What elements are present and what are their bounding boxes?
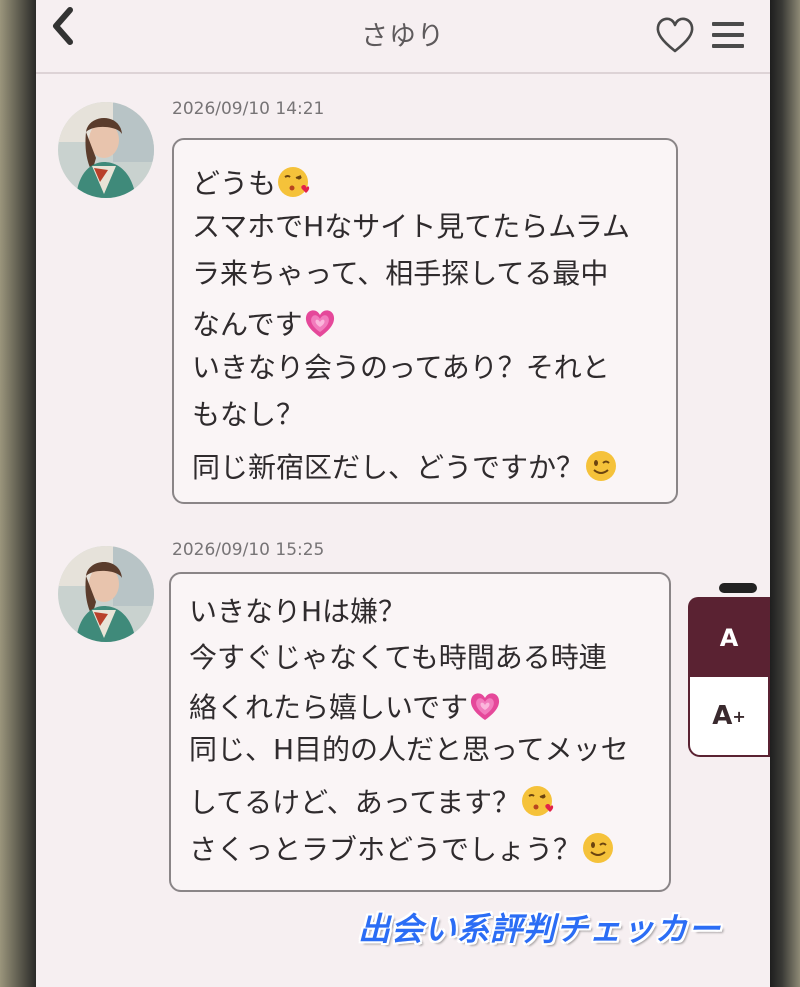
chat-screen: さゆり 2026/09/10 14:21 どうも スマホでHなサイト見てたらムラ… (36, 0, 770, 987)
message-line: いきなりHは嫌？ (189, 595, 407, 628)
message-timestamp: 2026/09/10 14:21 (172, 99, 325, 119)
winking-face-emoji-icon (583, 833, 614, 863)
font-size-normal-button[interactable]: A (688, 597, 770, 679)
chat-header: さゆり (36, 0, 770, 74)
message-line: スマホでHなサイト見てたらムラム (192, 210, 630, 243)
message-line: 絡くれたら嬉しいです (189, 689, 502, 723)
avatar[interactable] (58, 546, 154, 642)
avatar[interactable] (58, 102, 154, 198)
hamburger-menu-icon[interactable] (710, 20, 746, 50)
message-line: 同じ新宿区だし、どうですか？ (192, 449, 618, 483)
growing-heart-emoji-icon (305, 310, 334, 337)
heart-outline-icon[interactable] (655, 16, 695, 54)
growing-heart-emoji-icon (471, 693, 500, 720)
message-line: 今すぐじゃなくても時間ある時連 (189, 641, 607, 674)
message-line: いきなり会うのってあり？それと (192, 351, 610, 384)
message-line: してるけど、あってます？ (189, 784, 554, 818)
message-timestamp: 2026/09/10 15:25 (172, 540, 325, 560)
message-line: さくっとラブホどうでしょう？ (189, 831, 615, 865)
panel-drag-handle[interactable] (719, 583, 757, 593)
kissing-face-emoji-icon (278, 167, 310, 197)
font-size-control: A A + (688, 583, 770, 757)
message-bubble: どうも スマホでHなサイト見てたらムラム ラ来ちゃって、相手探してる最中 なんで… (172, 138, 678, 504)
kissing-face-emoji-icon (521, 786, 554, 816)
phone-bezel-left (0, 0, 36, 987)
message-line: なんです (192, 306, 337, 340)
message-line: 同じ、H目的の人だと思ってメッセ (189, 733, 629, 766)
winking-face-emoji-icon (586, 451, 617, 481)
phone-bezel-right (770, 0, 800, 987)
watermark-text: 出会い系評判チェッカー (358, 910, 722, 948)
font-size-large-button[interactable]: A + (688, 677, 770, 757)
message-line: ラ来ちゃって、相手探してる最中 (192, 257, 609, 290)
message-line: どうも (192, 165, 310, 199)
message-line: もなし？ (192, 398, 305, 431)
message-bubble: いきなりHは嫌？ 今すぐじゃなくても時間ある時連 絡くれたら嬉しいです 同じ、H… (169, 572, 671, 892)
